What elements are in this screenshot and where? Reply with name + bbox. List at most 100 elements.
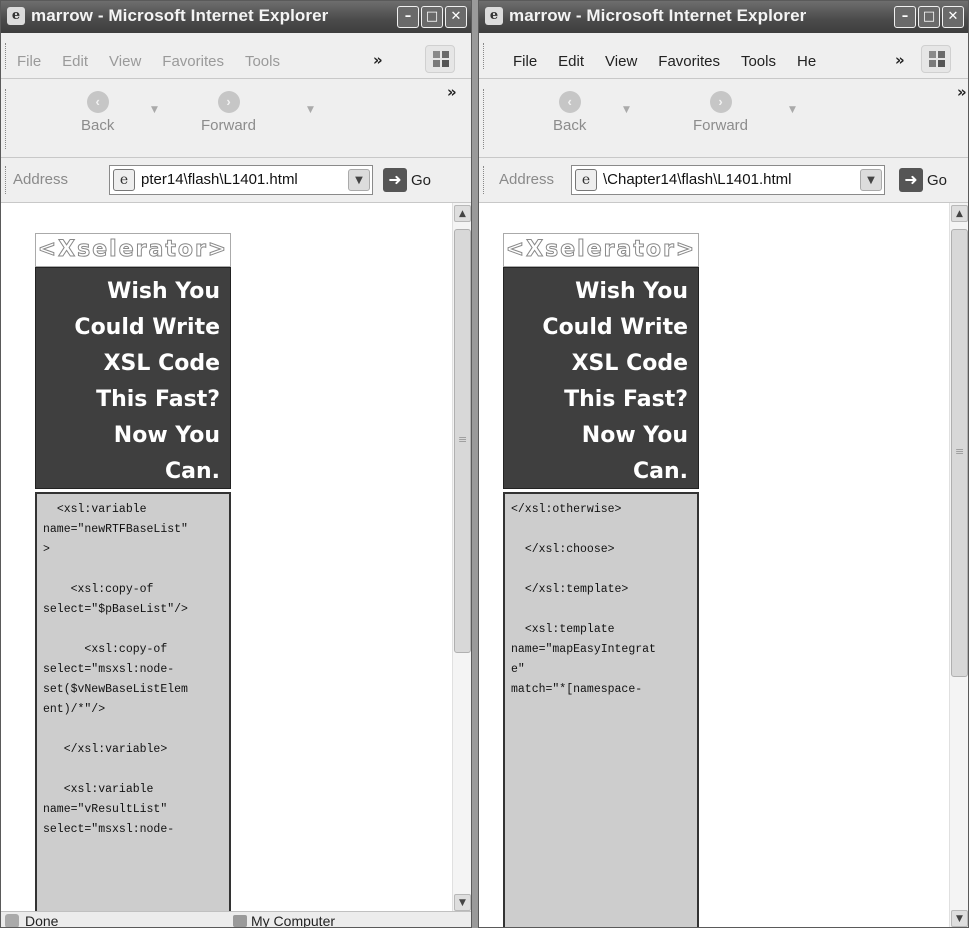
menu-help[interactable]: He — [797, 53, 816, 70]
address-input[interactable]: e pter14\flash\L1401.html ▼ — [109, 165, 373, 195]
menu-overflow-chevron[interactable]: » — [895, 51, 905, 69]
toolbar-grip[interactable] — [5, 43, 7, 69]
title-bar[interactable]: e marrow - Microsoft Internet Explorer –… — [1, 1, 471, 33]
go-label: Go — [411, 171, 432, 189]
standard-toolbar: ‹ Back ▼ › Forward ▼ » — [479, 79, 968, 158]
minimize-button[interactable]: – — [894, 6, 916, 28]
url-text: \Chapter14\flash\L1401.html — [603, 171, 792, 188]
menu-file[interactable]: File — [17, 53, 41, 70]
toolbar-overflow-chevron[interactable]: » — [447, 83, 457, 101]
back-dropdown-arrow[interactable]: ▼ — [623, 105, 630, 115]
code-scroller: <xsl:variable name="newRTFBaseList" > <x… — [35, 492, 231, 913]
pitch-line: Wish You — [575, 279, 688, 304]
vertical-scrollbar[interactable]: ▲ ▼ — [452, 203, 471, 913]
toolbar-grip[interactable] — [483, 166, 485, 194]
maximize-button[interactable]: □ — [918, 6, 940, 28]
security-zone: My Computer — [233, 913, 335, 927]
back-label: Back — [81, 117, 115, 134]
address-input[interactable]: e \Chapter14\flash\L1401.html ▼ — [571, 165, 885, 195]
status-text: Done — [25, 913, 59, 928]
browser-window-left: e marrow - Microsoft Internet Explorer –… — [0, 0, 472, 928]
menu-favorites[interactable]: Favorites — [162, 53, 224, 70]
vertical-scrollbar[interactable]: ▲ ▼ — [949, 203, 968, 927]
standard-toolbar: ‹ Back ▼ › Forward ▼ » — [1, 79, 471, 158]
back-arrow-icon: ‹ — [558, 91, 581, 113]
forward-dropdown-arrow[interactable]: ▼ — [789, 105, 796, 115]
page-done-icon — [5, 914, 19, 927]
windows-logo-icon — [921, 45, 951, 73]
minimize-button[interactable]: – — [397, 6, 419, 28]
windows-logo-icon — [425, 45, 455, 73]
forward-dropdown-arrow[interactable]: ▼ — [307, 105, 314, 115]
address-dropdown-button[interactable]: ▼ — [860, 169, 882, 191]
scroll-up-arrow-icon[interactable]: ▲ — [951, 205, 968, 222]
address-label: Address — [13, 171, 69, 188]
window-title: marrow - Microsoft Internet Explorer — [31, 6, 329, 25]
pitch-line: This Fast? — [96, 387, 220, 412]
forward-button[interactable]: › Forward — [201, 91, 256, 134]
menu-tools[interactable]: Tools — [245, 53, 280, 70]
menu-edit[interactable]: Edit — [62, 53, 88, 70]
back-arrow-icon: ‹ — [86, 91, 109, 113]
forward-arrow-icon: › — [217, 91, 240, 113]
address-label: Address — [499, 171, 555, 188]
pitch-line: Now You — [581, 423, 688, 448]
xselerator-ad[interactable]: <Xselerator> Wish You Could Write XSL Co… — [503, 233, 699, 927]
title-bar[interactable]: e marrow - Microsoft Internet Explorer –… — [479, 1, 968, 33]
go-button[interactable]: ➜ Go — [383, 168, 431, 194]
toolbar-grip[interactable] — [5, 166, 7, 194]
close-button[interactable]: ✕ — [445, 6, 467, 28]
forward-label: Forward — [201, 117, 257, 134]
pitch-line: Can. — [632, 459, 688, 484]
xselerator-logo: <Xselerator> — [35, 233, 231, 267]
address-dropdown-button[interactable]: ▼ — [348, 169, 370, 191]
scroll-thumb[interactable] — [454, 229, 471, 653]
menu-file[interactable]: File — [513, 53, 537, 70]
scroll-up-arrow-icon[interactable]: ▲ — [454, 205, 471, 222]
menu-favorites[interactable]: Favorites — [658, 53, 720, 70]
back-label: Back — [553, 117, 587, 134]
menu-overflow-chevron[interactable]: » — [373, 51, 383, 69]
ad-pitch: Wish You Could Write XSL Code This Fast?… — [35, 267, 231, 489]
toolbar-overflow-chevron[interactable]: » — [957, 83, 967, 101]
forward-button[interactable]: › Forward — [693, 91, 748, 134]
scroll-thumb[interactable] — [951, 229, 968, 677]
go-arrow-icon: ➜ — [383, 168, 407, 192]
pitch-line: Could Write — [542, 315, 688, 340]
scroll-down-arrow-icon[interactable]: ▼ — [454, 894, 471, 911]
forward-label: Forward — [693, 117, 749, 134]
browser-window-right: e marrow - Microsoft Internet Explorer –… — [478, 0, 969, 928]
window-title: marrow - Microsoft Internet Explorer — [509, 6, 807, 25]
pitch-line: Wish You — [107, 279, 220, 304]
pitch-line: Can. — [164, 459, 220, 484]
back-dropdown-arrow[interactable]: ▼ — [151, 105, 158, 115]
menu-view[interactable]: View — [109, 53, 141, 70]
menu-edit[interactable]: Edit — [558, 53, 584, 70]
ie-page-icon: e — [113, 169, 135, 191]
go-arrow-icon: ➜ — [899, 168, 923, 192]
code-scroller: </xsl:otherwise> </xsl:choose> </xsl:tem… — [503, 492, 699, 927]
forward-arrow-icon: › — [709, 91, 732, 113]
menu-bar: File Edit View Favorites Tools » — [1, 33, 471, 79]
menu-view[interactable]: View — [605, 53, 637, 70]
menu-bar: File Edit View Favorites Tools He » — [479, 33, 968, 79]
menu-tools[interactable]: Tools — [741, 53, 776, 70]
toolbar-grip[interactable] — [483, 43, 485, 69]
pitch-line: XSL Code — [103, 351, 220, 376]
toolbar-grip[interactable] — [483, 89, 485, 149]
ie-icon: e — [485, 7, 503, 25]
xselerator-logo: <Xselerator> — [503, 233, 699, 267]
go-button[interactable]: ➜ Go — [899, 168, 947, 194]
back-button[interactable]: ‹ Back — [81, 91, 114, 134]
back-button[interactable]: ‹ Back — [553, 91, 586, 134]
toolbar-grip[interactable] — [5, 89, 7, 149]
go-label: Go — [927, 171, 948, 189]
close-button[interactable]: ✕ — [942, 6, 964, 28]
address-bar: Address e pter14\flash\L1401.html ▼ ➜ Go — [1, 158, 471, 203]
pitch-line: This Fast? — [564, 387, 688, 412]
xselerator-ad[interactable]: <Xselerator> Wish You Could Write XSL Co… — [35, 233, 231, 913]
maximize-button[interactable]: □ — [421, 6, 443, 28]
scroll-down-arrow-icon[interactable]: ▼ — [951, 910, 968, 927]
pitch-line: XSL Code — [571, 351, 688, 376]
page-content: <Xselerator> Wish You Could Write XSL Co… — [479, 203, 949, 927]
